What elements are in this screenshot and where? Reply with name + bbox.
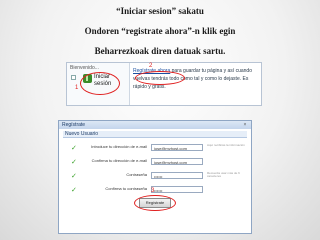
form-row: ✓ Introduce tu dirección de e-mail jose@… (63, 143, 247, 155)
confirm-password-label: Confirma tu contraseña (105, 186, 147, 191)
confirm-password-field[interactable]: •••••• (151, 186, 203, 193)
instruction-line-1: “Iniciar sesion” sakatu (116, 6, 204, 16)
check-icon: ✓ (71, 159, 77, 166)
highlight-circle (135, 71, 185, 85)
dialog-title: Regístrate (59, 121, 251, 129)
check-icon: ✓ (71, 145, 77, 152)
check-icon: ✓ (71, 187, 77, 194)
form-row: ✓ Contraseña •••••• Recuerda usar más de… (63, 171, 247, 183)
instruction-line-2: Ondoren “registrate ahora”-n klik egin (84, 26, 236, 36)
close-icon[interactable]: × (242, 122, 248, 128)
step-number-1: 1 (75, 85, 79, 91)
email-hint: Aquí recibirás la información (207, 143, 245, 147)
register-dialog-screenshot: Regístrate × Nuevo Usuario ✓ Introduce t… (58, 120, 252, 234)
email-label: Introduce tu dirección de e-mail (91, 144, 147, 149)
password-field[interactable]: •••••• (151, 172, 203, 179)
checkbox-icon[interactable] (71, 75, 76, 80)
confirm-email-field[interactable]: jose@myhost.com (151, 158, 203, 165)
password-label: Contraseña (126, 172, 147, 177)
highlight-circle (134, 195, 176, 211)
form-row: ✓ Confirma tu dirección de e-mail jose@m… (63, 157, 247, 169)
check-icon: ✓ (71, 173, 77, 180)
step-number-2: 2 (149, 63, 153, 69)
login-panel: Bienvenido... Iniciar sesión 1 (67, 63, 130, 105)
panel-header: Bienvenido... (70, 65, 99, 71)
login-screenshot: Bienvenido... Iniciar sesión 1 Regístrat… (66, 62, 262, 106)
email-field[interactable]: jose@myhost.com (151, 144, 203, 151)
step-number-3: 3 (151, 188, 155, 194)
highlight-circle (80, 72, 120, 95)
confirm-email-label: Confirma tu dirección de e-mail (91, 158, 147, 163)
dialog-title-text: Regístrate (62, 122, 86, 128)
section-header: Nuevo Usuario (63, 131, 247, 138)
instruction-line-3: Beharrezkoak diren datuak sartu. (94, 46, 226, 56)
password-hint: Recuerda usar más de 6 caracteres (207, 171, 240, 178)
